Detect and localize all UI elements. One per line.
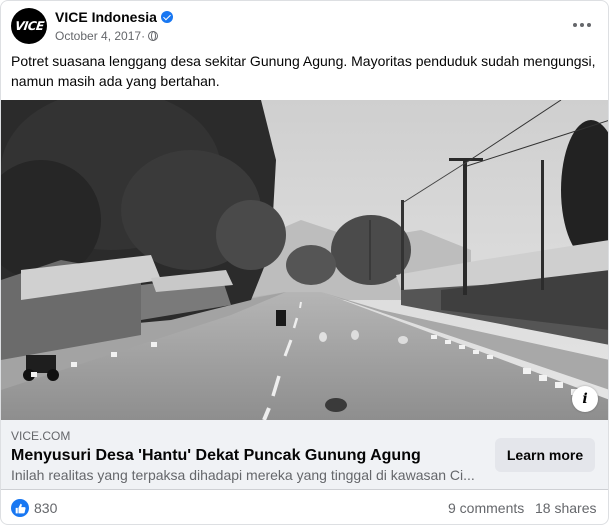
share-count[interactable]: 18 shares	[535, 500, 596, 516]
post-date: October 4, 2017	[55, 29, 142, 43]
post-caption: Potret suasana lenggang desa sekitar Gun…	[11, 53, 596, 89]
more-dot	[573, 23, 577, 27]
village-road-photo	[1, 100, 608, 420]
page-name: VICE Indonesia	[55, 9, 157, 25]
like-reaction-icon[interactable]	[11, 499, 29, 517]
post-footer: 830 9 comments 18 shares	[1, 491, 608, 524]
facebook-post: VICE VICE Indonesia October 4, 2017· Pot…	[0, 0, 609, 525]
link-description: Inilah realitas yang terpaksa dihadapi m…	[11, 467, 475, 483]
comment-count[interactable]: 9 comments	[448, 500, 524, 516]
link-preview[interactable]: VICE.COM Menyusuri Desa 'Hantu' Dekat Pu…	[1, 420, 608, 490]
link-domain: VICE.COM	[11, 429, 71, 443]
page-name-link[interactable]: VICE Indonesia	[55, 9, 173, 26]
info-icon[interactable]: i	[572, 386, 598, 412]
more-options-button[interactable]	[568, 13, 596, 37]
verified-badge-icon	[160, 11, 173, 23]
page-avatar[interactable]: VICE	[11, 8, 47, 44]
link-preview-image[interactable]: i	[1, 100, 608, 420]
globe-icon	[148, 31, 159, 41]
learn-more-button[interactable]: Learn more	[495, 438, 595, 472]
thumbs-up-icon	[15, 503, 26, 513]
post-timestamp[interactable]: October 4, 2017·	[55, 29, 159, 43]
reaction-count[interactable]: 830	[34, 500, 57, 516]
more-dot	[587, 23, 591, 27]
avatar-logo-text: VICE	[13, 19, 45, 33]
link-title[interactable]: Menyusuri Desa 'Hantu' Dekat Puncak Gunu…	[11, 446, 421, 466]
more-dot	[580, 23, 584, 27]
post-header: VICE VICE Indonesia October 4, 2017·	[1, 1, 608, 49]
